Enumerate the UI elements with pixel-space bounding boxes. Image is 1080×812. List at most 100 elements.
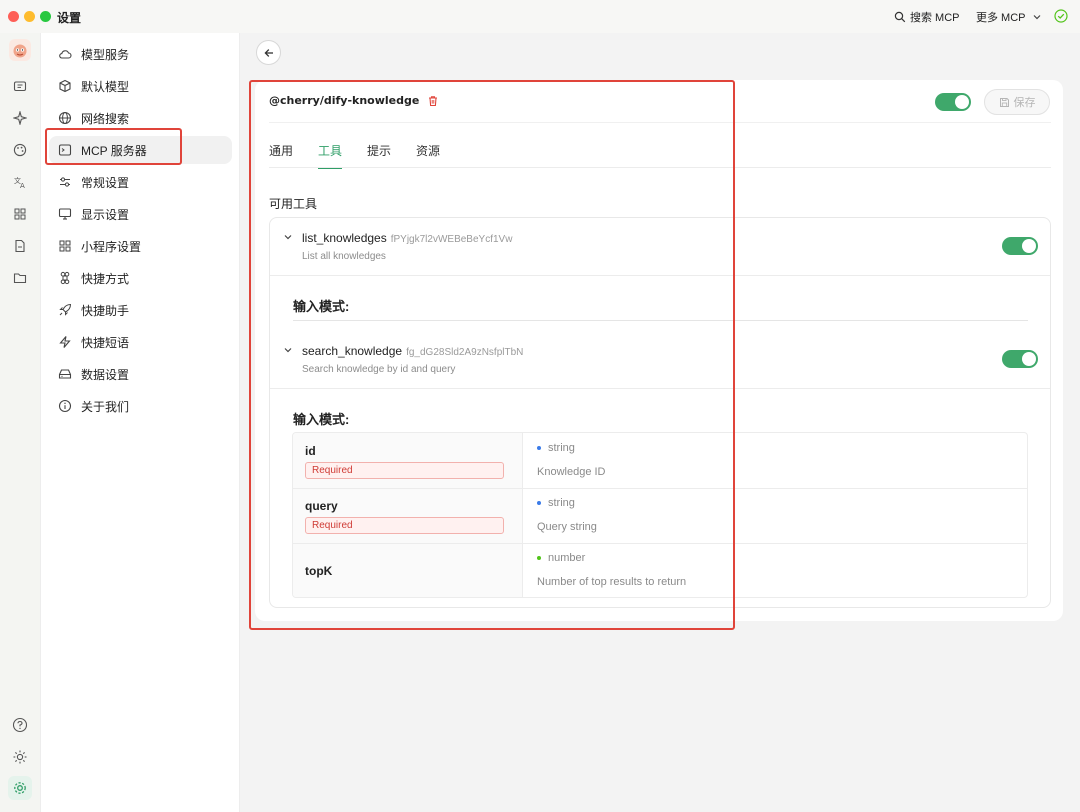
tool-id: fPYjgk7l2vWEBeBeYcf1Vw xyxy=(390,234,513,245)
info-icon xyxy=(58,399,72,413)
divider xyxy=(293,488,1027,489)
close-window-button[interactable] xyxy=(8,11,19,22)
tool-description: List all knowledges xyxy=(302,251,386,262)
brightness-icon[interactable] xyxy=(10,747,30,767)
file-icon[interactable] xyxy=(10,236,30,256)
sidebar-item-shortcuts[interactable]: 快捷方式 xyxy=(49,264,232,292)
type-dot xyxy=(537,556,541,560)
zoom-window-button[interactable] xyxy=(40,11,51,22)
sidebar-item-label: 数据设置 xyxy=(81,367,130,382)
search-mcp-button[interactable]: 搜索 MCP xyxy=(894,9,960,25)
divider xyxy=(270,388,1050,389)
divider xyxy=(270,275,1050,276)
save-button[interactable]: 保存 xyxy=(984,89,1050,115)
sliders-icon xyxy=(58,175,72,189)
rocket-icon xyxy=(58,303,72,317)
sidebar-item-label: 默认模型 xyxy=(81,79,130,94)
tools-list: list_knowledges fPYjgk7l2vWEBeBeYcf1Vw Li… xyxy=(269,217,1051,608)
param-name: topK xyxy=(305,564,333,578)
tab-resources[interactable]: 资源 xyxy=(416,142,440,169)
sidebar-item-display-settings[interactable]: 显示设置 xyxy=(49,200,232,228)
required-badge: Required xyxy=(305,517,504,534)
type-dot xyxy=(537,501,541,505)
param-description: Number of top results to return xyxy=(537,576,687,588)
trash-icon[interactable] xyxy=(427,95,439,107)
input-schema-table: id Required string Knowledge ID query Re… xyxy=(292,432,1028,598)
sidebar-item-label: 网络搜索 xyxy=(81,111,130,126)
chevron-down-icon[interactable] xyxy=(283,345,293,355)
tool-enable-toggle[interactable] xyxy=(1002,350,1038,368)
sidebar-item-mcp-servers[interactable]: MCP 服务器 xyxy=(49,136,232,164)
param-description: Knowledge ID xyxy=(537,466,606,478)
tool-item-list-knowledges[interactable]: list_knowledges fPYjgk7l2vWEBeBeYcf1Vw Li… xyxy=(270,218,1050,275)
tool-enable-toggle[interactable] xyxy=(1002,237,1038,255)
translate-icon[interactable]: 文A xyxy=(10,172,30,192)
param-type: number xyxy=(548,552,586,564)
settings-gear-icon[interactable] xyxy=(8,776,32,800)
divider xyxy=(293,543,1027,544)
sidebar-item-quick-phrases[interactable]: 快捷短语 xyxy=(49,328,232,356)
svg-text:A: A xyxy=(20,182,25,189)
server-enable-toggle[interactable] xyxy=(935,93,971,111)
tab-general[interactable]: 通用 xyxy=(269,142,293,169)
minimize-window-button[interactable] xyxy=(24,11,35,22)
window-title: 设置 xyxy=(57,11,82,25)
server-name: @cherry/dify-knowledge xyxy=(269,94,420,107)
zap-icon xyxy=(58,335,72,349)
sidebar-item-label: 常规设置 xyxy=(81,175,130,190)
divider xyxy=(269,122,1051,123)
sparkle-icon[interactable] xyxy=(10,108,30,128)
settings-sidebar: 模型服务 默认模型 网络搜索 MCP 服务器 常规设置 显示设置 小程序设置 快… xyxy=(40,33,240,812)
input-schema-title: 输入模式: xyxy=(293,299,350,314)
sidebar-item-model-service[interactable]: 模型服务 xyxy=(49,40,232,68)
divider xyxy=(293,320,1028,321)
command-icon xyxy=(58,271,72,285)
chat-icon[interactable] xyxy=(10,77,30,97)
grid-icon xyxy=(58,239,72,253)
sidebar-item-label: 显示设置 xyxy=(81,207,130,222)
param-name: id xyxy=(305,444,316,458)
tool-id: fg_dG28Sld2A9zNsfplTbN xyxy=(406,347,524,358)
tool-item-search-knowledge[interactable]: search_knowledge fg_dG28Sld2A9zNsfplTbN S… xyxy=(270,331,1050,388)
arrow-left-icon xyxy=(263,48,273,57)
search-mcp-label: 搜索 MCP xyxy=(910,12,960,24)
sidebar-item-miniapp-settings[interactable]: 小程序设置 xyxy=(49,232,232,260)
palette-icon[interactable] xyxy=(10,140,30,160)
input-schema-title: 输入模式: xyxy=(293,412,350,427)
cherry-logo-icon xyxy=(13,44,27,58)
avatar[interactable] xyxy=(9,39,31,61)
monitor-icon xyxy=(58,207,72,221)
back-button[interactable] xyxy=(256,40,281,65)
sidebar-item-quick-assistant[interactable]: 快捷助手 xyxy=(49,296,232,324)
sidebar-item-web-search[interactable]: 网络搜索 xyxy=(49,104,232,132)
sidebar-item-general-settings[interactable]: 常规设置 xyxy=(49,168,232,196)
available-tools-title: 可用工具 xyxy=(269,197,318,211)
more-mcp-dropdown[interactable]: 更多 MCP xyxy=(976,9,1042,25)
tool-name: search_knowledge xyxy=(302,344,403,358)
chevron-down-icon xyxy=(1033,15,1040,20)
param-description: Query string xyxy=(537,521,597,533)
tab-prompts[interactable]: 提示 xyxy=(367,142,391,169)
sidebar-item-label: MCP 服务器 xyxy=(81,143,147,158)
sidebar-item-data-settings[interactable]: 数据设置 xyxy=(49,360,232,388)
drive-icon xyxy=(58,367,72,381)
check-circle-icon[interactable] xyxy=(1054,9,1068,23)
folder-icon[interactable] xyxy=(10,268,30,288)
sidebar-item-label: 关于我们 xyxy=(81,399,130,414)
sidebar-item-label: 模型服务 xyxy=(81,47,130,62)
chevron-down-icon[interactable] xyxy=(283,232,293,242)
terminal-icon xyxy=(58,143,72,157)
search-icon xyxy=(894,11,906,23)
tab-bar: 通用 工具 提示 资源 xyxy=(269,142,465,169)
type-dot xyxy=(537,446,541,450)
tab-tools[interactable]: 工具 xyxy=(318,142,343,169)
help-icon[interactable] xyxy=(10,715,30,735)
sidebar-item-default-model[interactable]: 默认模型 xyxy=(49,72,232,100)
apps-grid-icon[interactable] xyxy=(10,204,30,224)
title-bar: 设置 搜索 MCP 更多 MCP xyxy=(0,0,1080,33)
divider xyxy=(269,167,1051,168)
tool-name: list_knowledges xyxy=(302,231,387,245)
sidebar-item-about[interactable]: 关于我们 xyxy=(49,392,232,420)
main-panel: @cherry/dify-knowledge 保存 通用 工具 提示 资源 可用… xyxy=(240,33,1080,812)
save-button-label: 保存 xyxy=(1013,97,1036,109)
